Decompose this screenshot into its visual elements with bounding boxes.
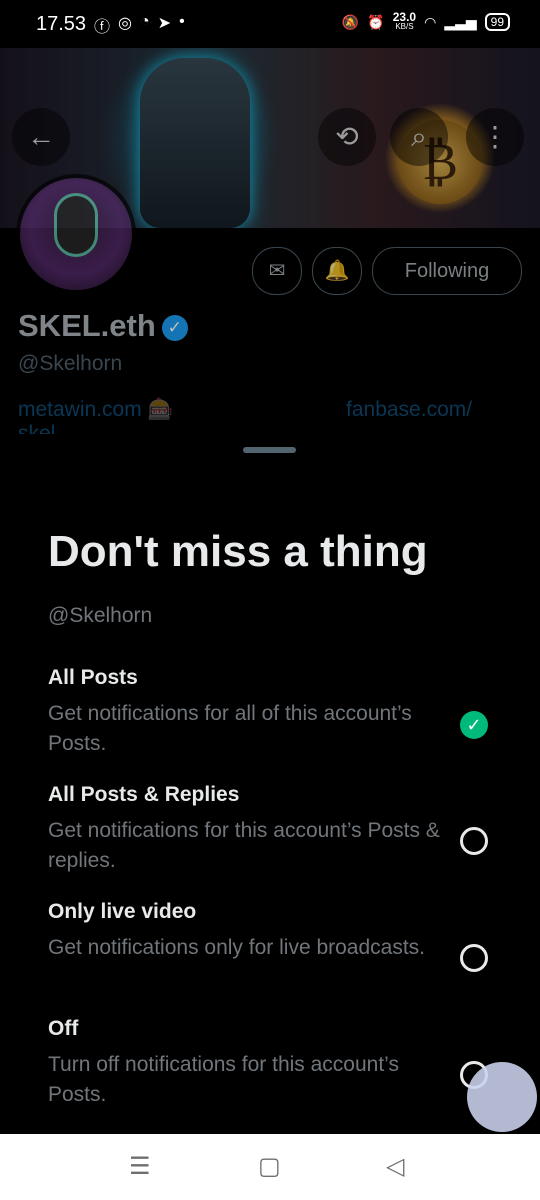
option-all-posts-replies[interactable]: All Posts & Replies Get notifications fo…	[48, 783, 498, 893]
network-speed: 23.0 KB/S	[392, 10, 417, 31]
sheet-title: Don't miss a thing	[48, 527, 428, 576]
notification-bottom-sheet: Don't miss a thing @Skelhorn All Posts G…	[0, 434, 540, 1134]
mail-icon: ✉	[268, 260, 286, 282]
battery-indicator: 99	[484, 13, 510, 31]
message-button[interactable]: ✉	[252, 247, 302, 295]
avatar[interactable]	[16, 174, 136, 294]
option-radio[interactable]	[460, 827, 488, 855]
profile-handle: @Skelhorn	[18, 352, 123, 375]
wifi-icon: ◠	[424, 13, 437, 30]
sheet-handle: @Skelhorn	[48, 604, 153, 627]
bell-icon: 🔔	[324, 260, 350, 282]
check-icon: ✓	[466, 715, 482, 735]
profile-link-fanbase[interactable]: fanbase.com/	[346, 398, 472, 422]
status-bar: 17.53 ⓕ ◎ ◔ ➤ • 🔕 ⏰ 23.0 KB/S ◠ ▂▃▅ 99	[0, 0, 540, 48]
back-button[interactable]: ←	[12, 108, 70, 166]
option-description: Turn off notifications for this account’…	[48, 1053, 399, 1106]
refresh-button[interactable]: ⟲	[318, 108, 376, 166]
option-off[interactable]: Off Turn off notifications for this acco…	[48, 1017, 498, 1127]
status-time: 17.53	[36, 13, 87, 35]
search-button[interactable]: ⌕	[390, 108, 448, 166]
profile-link-metawin[interactable]: metawin.com 🎰	[18, 398, 174, 422]
option-title: Only live video	[48, 900, 197, 923]
discord-icon: ◔	[139, 13, 150, 30]
signal-icon: ▂▃▅	[444, 13, 477, 30]
option-title: All Posts & Replies	[48, 783, 240, 806]
option-description: Get notifications for all of this accoun…	[48, 702, 412, 755]
system-icons: 🔕 ⏰ 23.0 KB/S ◠ ▂▃▅ 99	[341, 10, 510, 32]
silent-icon: 🔕	[341, 13, 360, 30]
facebook-icon: ⓕ	[94, 19, 111, 36]
home-icon[interactable]: ▢	[258, 1152, 281, 1181]
option-live-video[interactable]: Only live video Get notifications only f…	[48, 900, 498, 1010]
menu-icon[interactable]: ☰	[129, 1152, 151, 1181]
more-icon: ⋮	[481, 121, 509, 152]
back-nav-icon[interactable]: ◁	[386, 1152, 404, 1181]
option-title: All Posts	[48, 666, 138, 689]
option-title: Off	[48, 1017, 79, 1040]
robot-illustration	[140, 58, 250, 228]
option-all-posts[interactable]: All Posts Get notifications for all of t…	[48, 666, 498, 776]
notification-button[interactable]: 🔔	[312, 247, 362, 295]
selected-radio[interactable]: ✓	[460, 711, 488, 739]
option-radio[interactable]	[460, 944, 488, 972]
back-icon: ←	[27, 121, 55, 152]
option-description: Get notifications only for live broadcas…	[48, 936, 426, 959]
notification-icons: ⓕ ◎ ◔ ➤ •	[94, 13, 185, 37]
refresh-icon: ⟲	[335, 121, 359, 152]
touch-indicator	[467, 1062, 537, 1132]
system-navigation-bar: ☰ ▢ ◁	[0, 1134, 540, 1200]
profile-name: SKEL.eth ✓	[18, 308, 188, 344]
verified-icon: ✓	[161, 315, 188, 341]
profile-name-text: SKEL.eth	[18, 308, 156, 343]
telegram-icon: ➤	[157, 15, 172, 32]
option-description: Get notifications for this account’s Pos…	[48, 819, 440, 872]
alarm-icon: ⏰	[367, 13, 385, 30]
dot-icon: •	[179, 13, 185, 30]
more-button[interactable]: ⋮	[466, 108, 524, 166]
following-label: Following	[404, 260, 490, 282]
following-button[interactable]: Following	[372, 247, 522, 295]
search-icon: ⌕	[411, 121, 427, 152]
sheet-drag-handle[interactable]	[243, 447, 296, 453]
instagram-icon: ◎	[118, 15, 132, 32]
